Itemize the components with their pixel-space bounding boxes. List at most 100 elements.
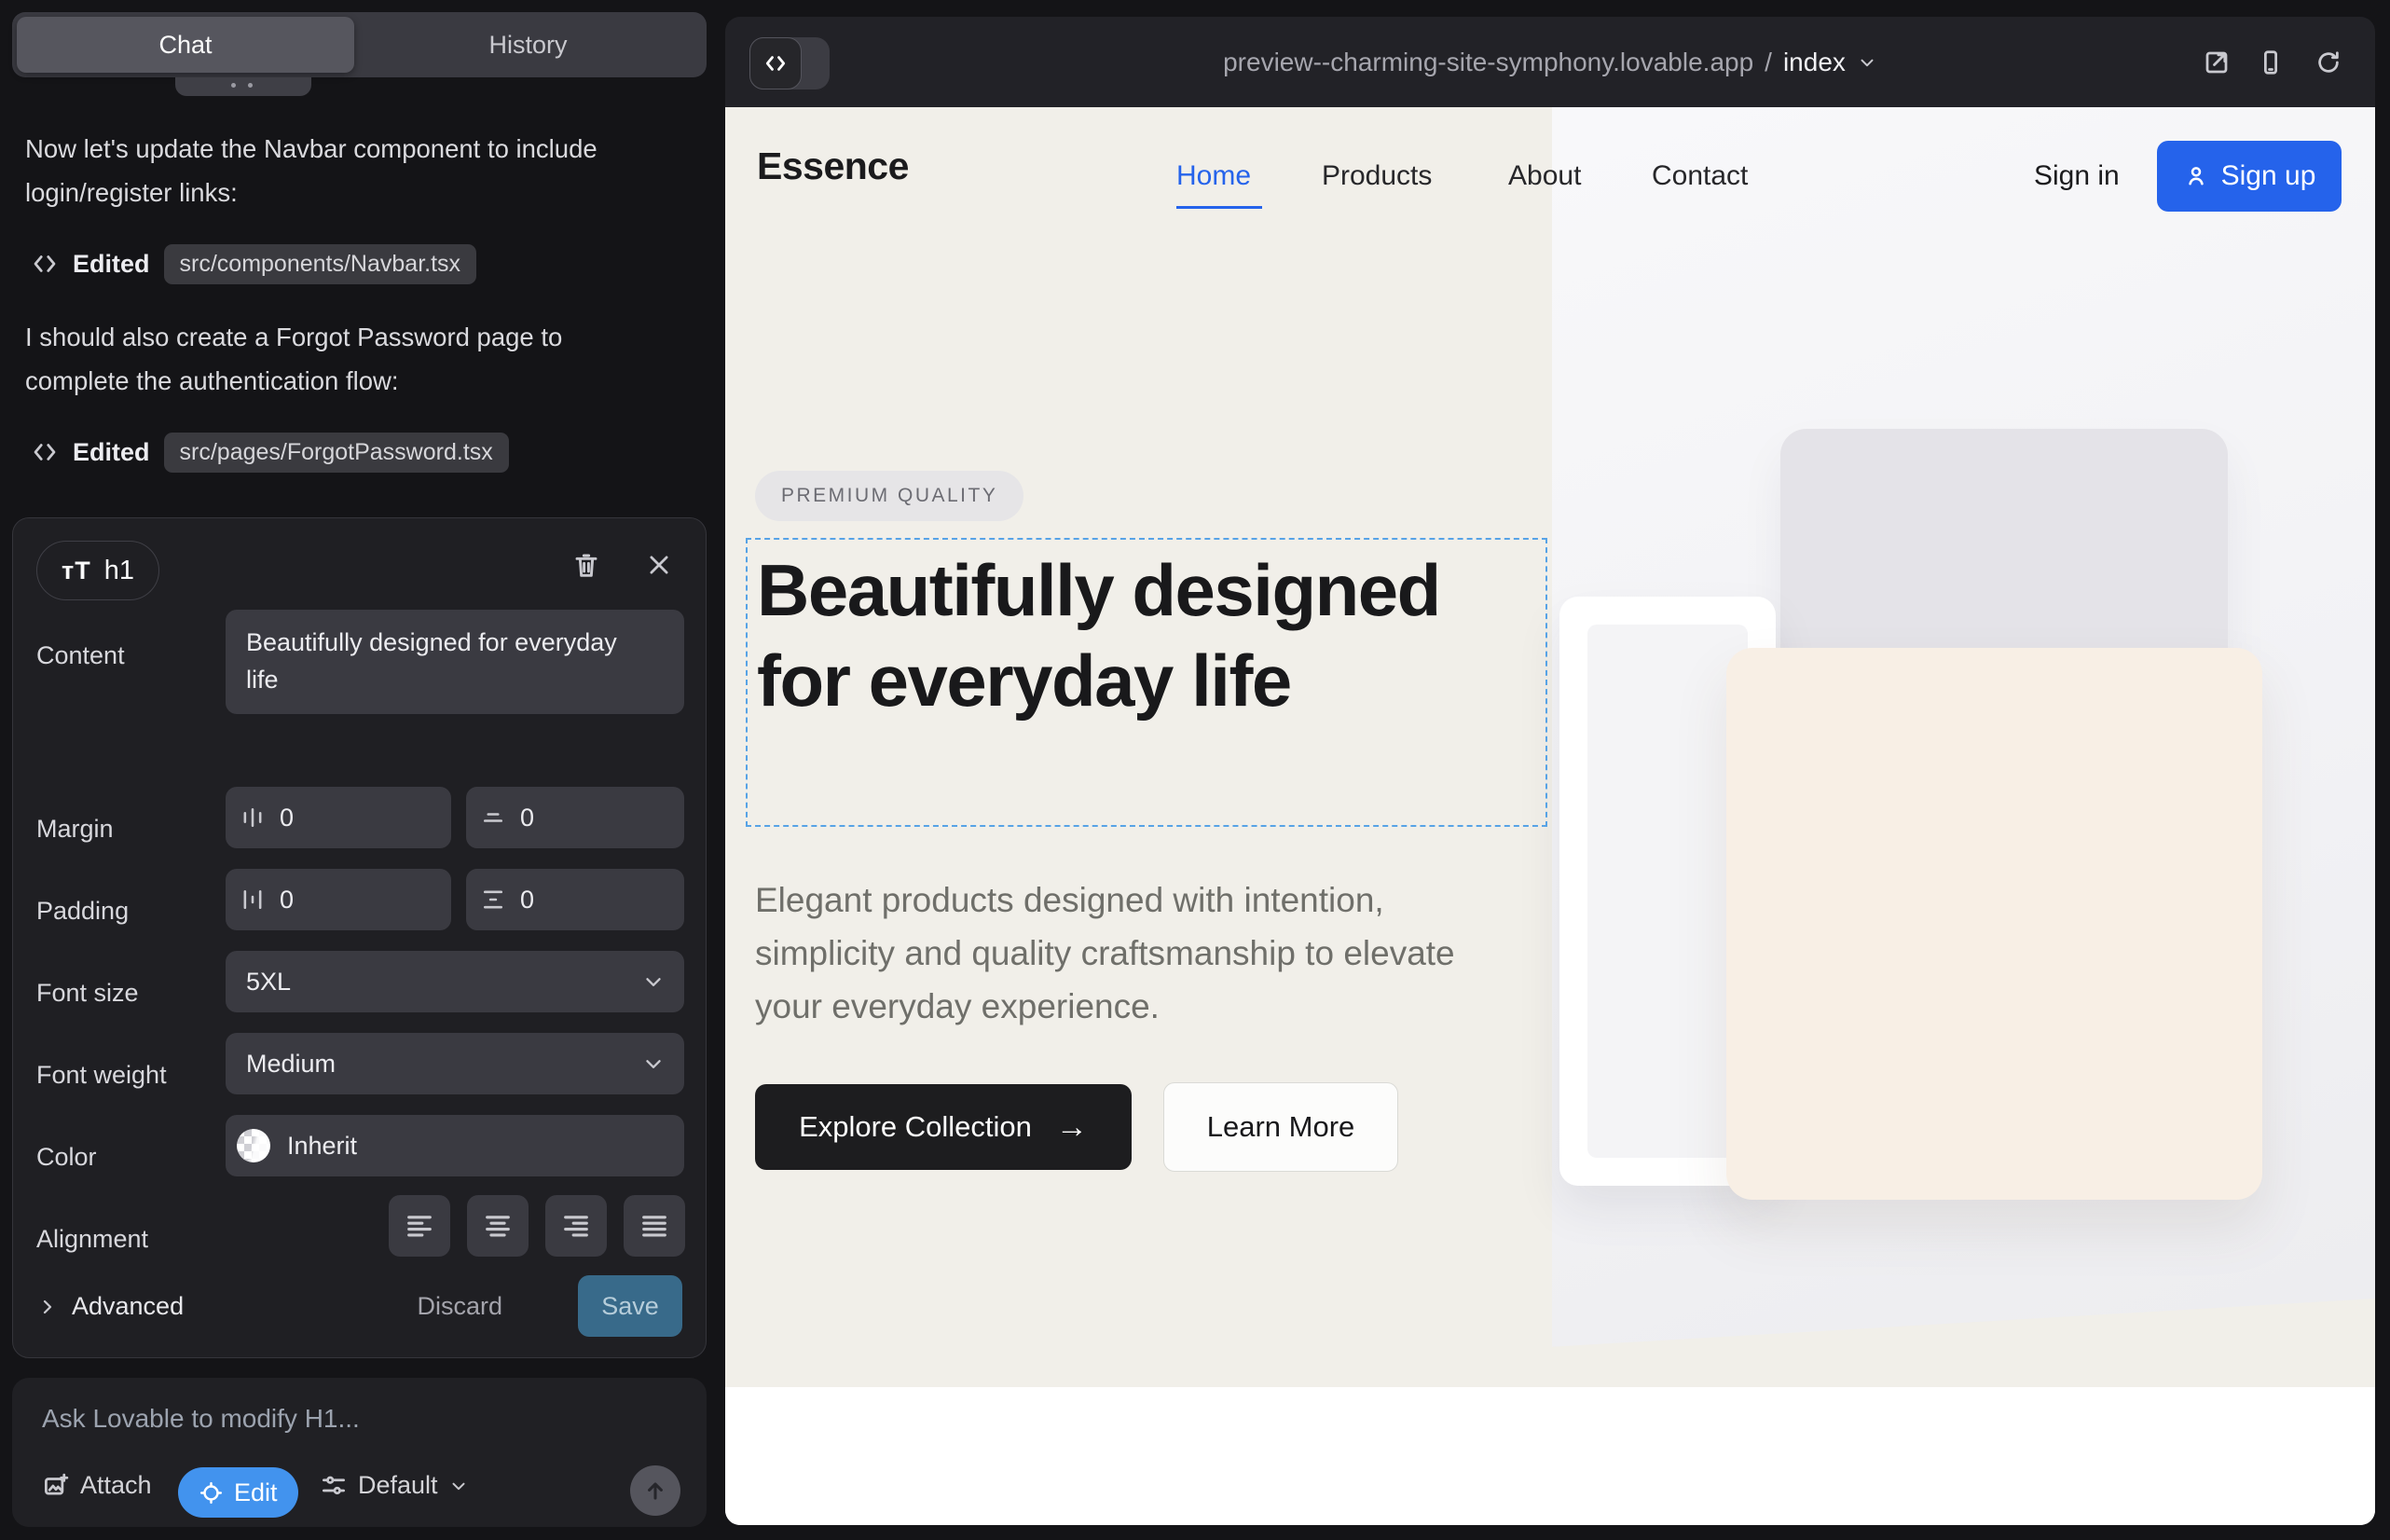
align-left-button[interactable] bbox=[389, 1195, 450, 1257]
save-button[interactable]: Save bbox=[578, 1275, 682, 1337]
preview-website: Essence Home Products About Contact Sign… bbox=[725, 107, 2375, 1525]
align-center-button[interactable] bbox=[467, 1195, 529, 1257]
margin-x-input[interactable]: 0 bbox=[226, 787, 451, 848]
delete-element-button[interactable] bbox=[568, 546, 605, 584]
url-host: preview--charming-site-symphony.lovable.… bbox=[1223, 48, 1753, 77]
advanced-toggle[interactable]: Advanced bbox=[36, 1292, 184, 1321]
tab-chat[interactable]: Chat bbox=[17, 17, 354, 73]
mobile-view-button[interactable] bbox=[2254, 46, 2287, 79]
tab-bar: Chat History bbox=[12, 12, 707, 77]
decor-card-cream bbox=[1726, 648, 2262, 1200]
font-weight-select[interactable]: Medium bbox=[226, 1033, 684, 1094]
preview-panel: preview--charming-site-symphony.lovable.… bbox=[725, 17, 2375, 1525]
open-in-new-tab-button[interactable] bbox=[2200, 46, 2233, 79]
chat-message: I should also create a Forgot Password p… bbox=[25, 315, 598, 403]
alignment-label: Alignment bbox=[36, 1225, 148, 1254]
align-justify-button[interactable] bbox=[624, 1195, 685, 1257]
element-tag-label: h1 bbox=[104, 556, 134, 586]
color-swatch bbox=[237, 1129, 270, 1162]
chat-composer: Attach Edit Default bbox=[12, 1378, 707, 1527]
attach-button[interactable]: Attach bbox=[42, 1471, 152, 1500]
padding-y-icon bbox=[466, 887, 520, 913]
scrolled-chat-pill bbox=[175, 77, 311, 96]
below-hero-section bbox=[725, 1387, 2375, 1525]
attach-image-icon bbox=[42, 1472, 70, 1500]
sliders-icon bbox=[320, 1472, 348, 1500]
tab-history[interactable]: History bbox=[354, 17, 702, 73]
content-input[interactable]: Beautifully designed for everyday life bbox=[226, 610, 684, 714]
align-justify-icon bbox=[639, 1210, 670, 1242]
nav-link-contact[interactable]: Contact bbox=[1652, 160, 1748, 192]
site-logo: Essence bbox=[757, 144, 909, 188]
nav-link-products[interactable]: Products bbox=[1322, 160, 1432, 192]
chat-message: Now let's update the Navbar component to… bbox=[25, 127, 598, 214]
attach-label: Attach bbox=[80, 1471, 152, 1500]
edit-label: Edit bbox=[234, 1478, 278, 1507]
chevron-down-icon bbox=[448, 1476, 469, 1496]
advanced-label: Advanced bbox=[72, 1292, 184, 1321]
padding-x-value: 0 bbox=[280, 886, 294, 914]
edited-file-row: Edited src/components/Navbar.tsx bbox=[31, 242, 476, 285]
user-icon bbox=[2183, 163, 2209, 189]
type-icon: тT bbox=[62, 557, 91, 585]
margin-y-value: 0 bbox=[520, 804, 534, 832]
arrow-right-icon: → bbox=[1056, 1109, 1088, 1146]
hero-heading[interactable]: Beautifully designed for everyday life bbox=[757, 545, 1447, 726]
file-chip[interactable]: src/components/Navbar.tsx bbox=[164, 244, 477, 284]
nav-link-home[interactable]: Home bbox=[1176, 160, 1251, 192]
url-bar[interactable]: preview--charming-site-symphony.lovable.… bbox=[725, 17, 2375, 107]
margin-y-icon bbox=[466, 804, 520, 831]
font-size-value: 5XL bbox=[246, 968, 291, 997]
font-weight-label: Font weight bbox=[36, 1061, 167, 1090]
refresh-button[interactable] bbox=[2312, 46, 2345, 79]
code-icon bbox=[31, 438, 59, 466]
learn-more-button[interactable]: Learn More bbox=[1163, 1082, 1398, 1172]
align-right-icon bbox=[560, 1210, 592, 1242]
external-link-icon bbox=[2203, 48, 2231, 76]
padding-x-input[interactable]: 0 bbox=[226, 869, 451, 930]
margin-label: Margin bbox=[36, 815, 114, 844]
edited-label: Edited bbox=[73, 438, 150, 467]
selected-element-tag: тT h1 bbox=[36, 541, 159, 600]
app: Chat History Now let's update the Navbar… bbox=[0, 0, 2390, 1540]
margin-x-icon bbox=[226, 804, 280, 831]
hero-paragraph[interactable]: Elegant products designed with intention… bbox=[755, 873, 1510, 1033]
refresh-icon bbox=[2314, 48, 2342, 76]
align-right-button[interactable] bbox=[545, 1195, 607, 1257]
chevron-down-icon bbox=[641, 969, 666, 994]
target-icon bbox=[199, 1480, 224, 1506]
margin-y-input[interactable]: 0 bbox=[466, 787, 684, 848]
align-left-icon bbox=[404, 1210, 435, 1242]
content-label: Content bbox=[36, 641, 125, 670]
explore-collection-label: Explore Collection bbox=[799, 1110, 1032, 1144]
chevron-right-icon bbox=[36, 1296, 59, 1318]
align-center-icon bbox=[482, 1210, 514, 1242]
send-button[interactable] bbox=[630, 1465, 680, 1516]
default-mode-select[interactable]: Default bbox=[320, 1471, 469, 1500]
nav-link-about[interactable]: About bbox=[1508, 160, 1581, 192]
discard-button[interactable]: Discard bbox=[417, 1292, 502, 1321]
sign-in-link[interactable]: Sign in bbox=[2034, 160, 2120, 192]
color-field[interactable]: Inherit bbox=[226, 1115, 684, 1176]
edit-mode-button[interactable]: Edit bbox=[178, 1467, 298, 1518]
color-label: Color bbox=[36, 1143, 97, 1172]
sign-up-button[interactable]: Sign up bbox=[2157, 141, 2342, 212]
trash-icon bbox=[571, 550, 601, 580]
padding-y-input[interactable]: 0 bbox=[466, 869, 684, 930]
padding-x-icon bbox=[226, 887, 280, 913]
url-page: index bbox=[1783, 48, 1846, 77]
composer-input[interactable] bbox=[42, 1398, 666, 1439]
font-size-label: Font size bbox=[36, 979, 139, 1008]
font-size-select[interactable]: 5XL bbox=[226, 951, 684, 1012]
default-label: Default bbox=[358, 1471, 438, 1500]
margin-x-value: 0 bbox=[280, 804, 294, 832]
close-editor-button[interactable] bbox=[640, 546, 678, 584]
explore-collection-button[interactable]: Explore Collection → bbox=[755, 1084, 1132, 1170]
font-weight-value: Medium bbox=[246, 1050, 336, 1079]
premium-quality-badge: PREMIUM QUALITY bbox=[755, 471, 1023, 521]
chat-sidebar: Chat History Now let's update the Navbar… bbox=[0, 0, 725, 1540]
color-value: Inherit bbox=[287, 1132, 357, 1161]
url-separator: / bbox=[1765, 48, 1772, 77]
padding-label: Padding bbox=[36, 897, 129, 926]
file-chip[interactable]: src/pages/ForgotPassword.tsx bbox=[164, 433, 509, 473]
